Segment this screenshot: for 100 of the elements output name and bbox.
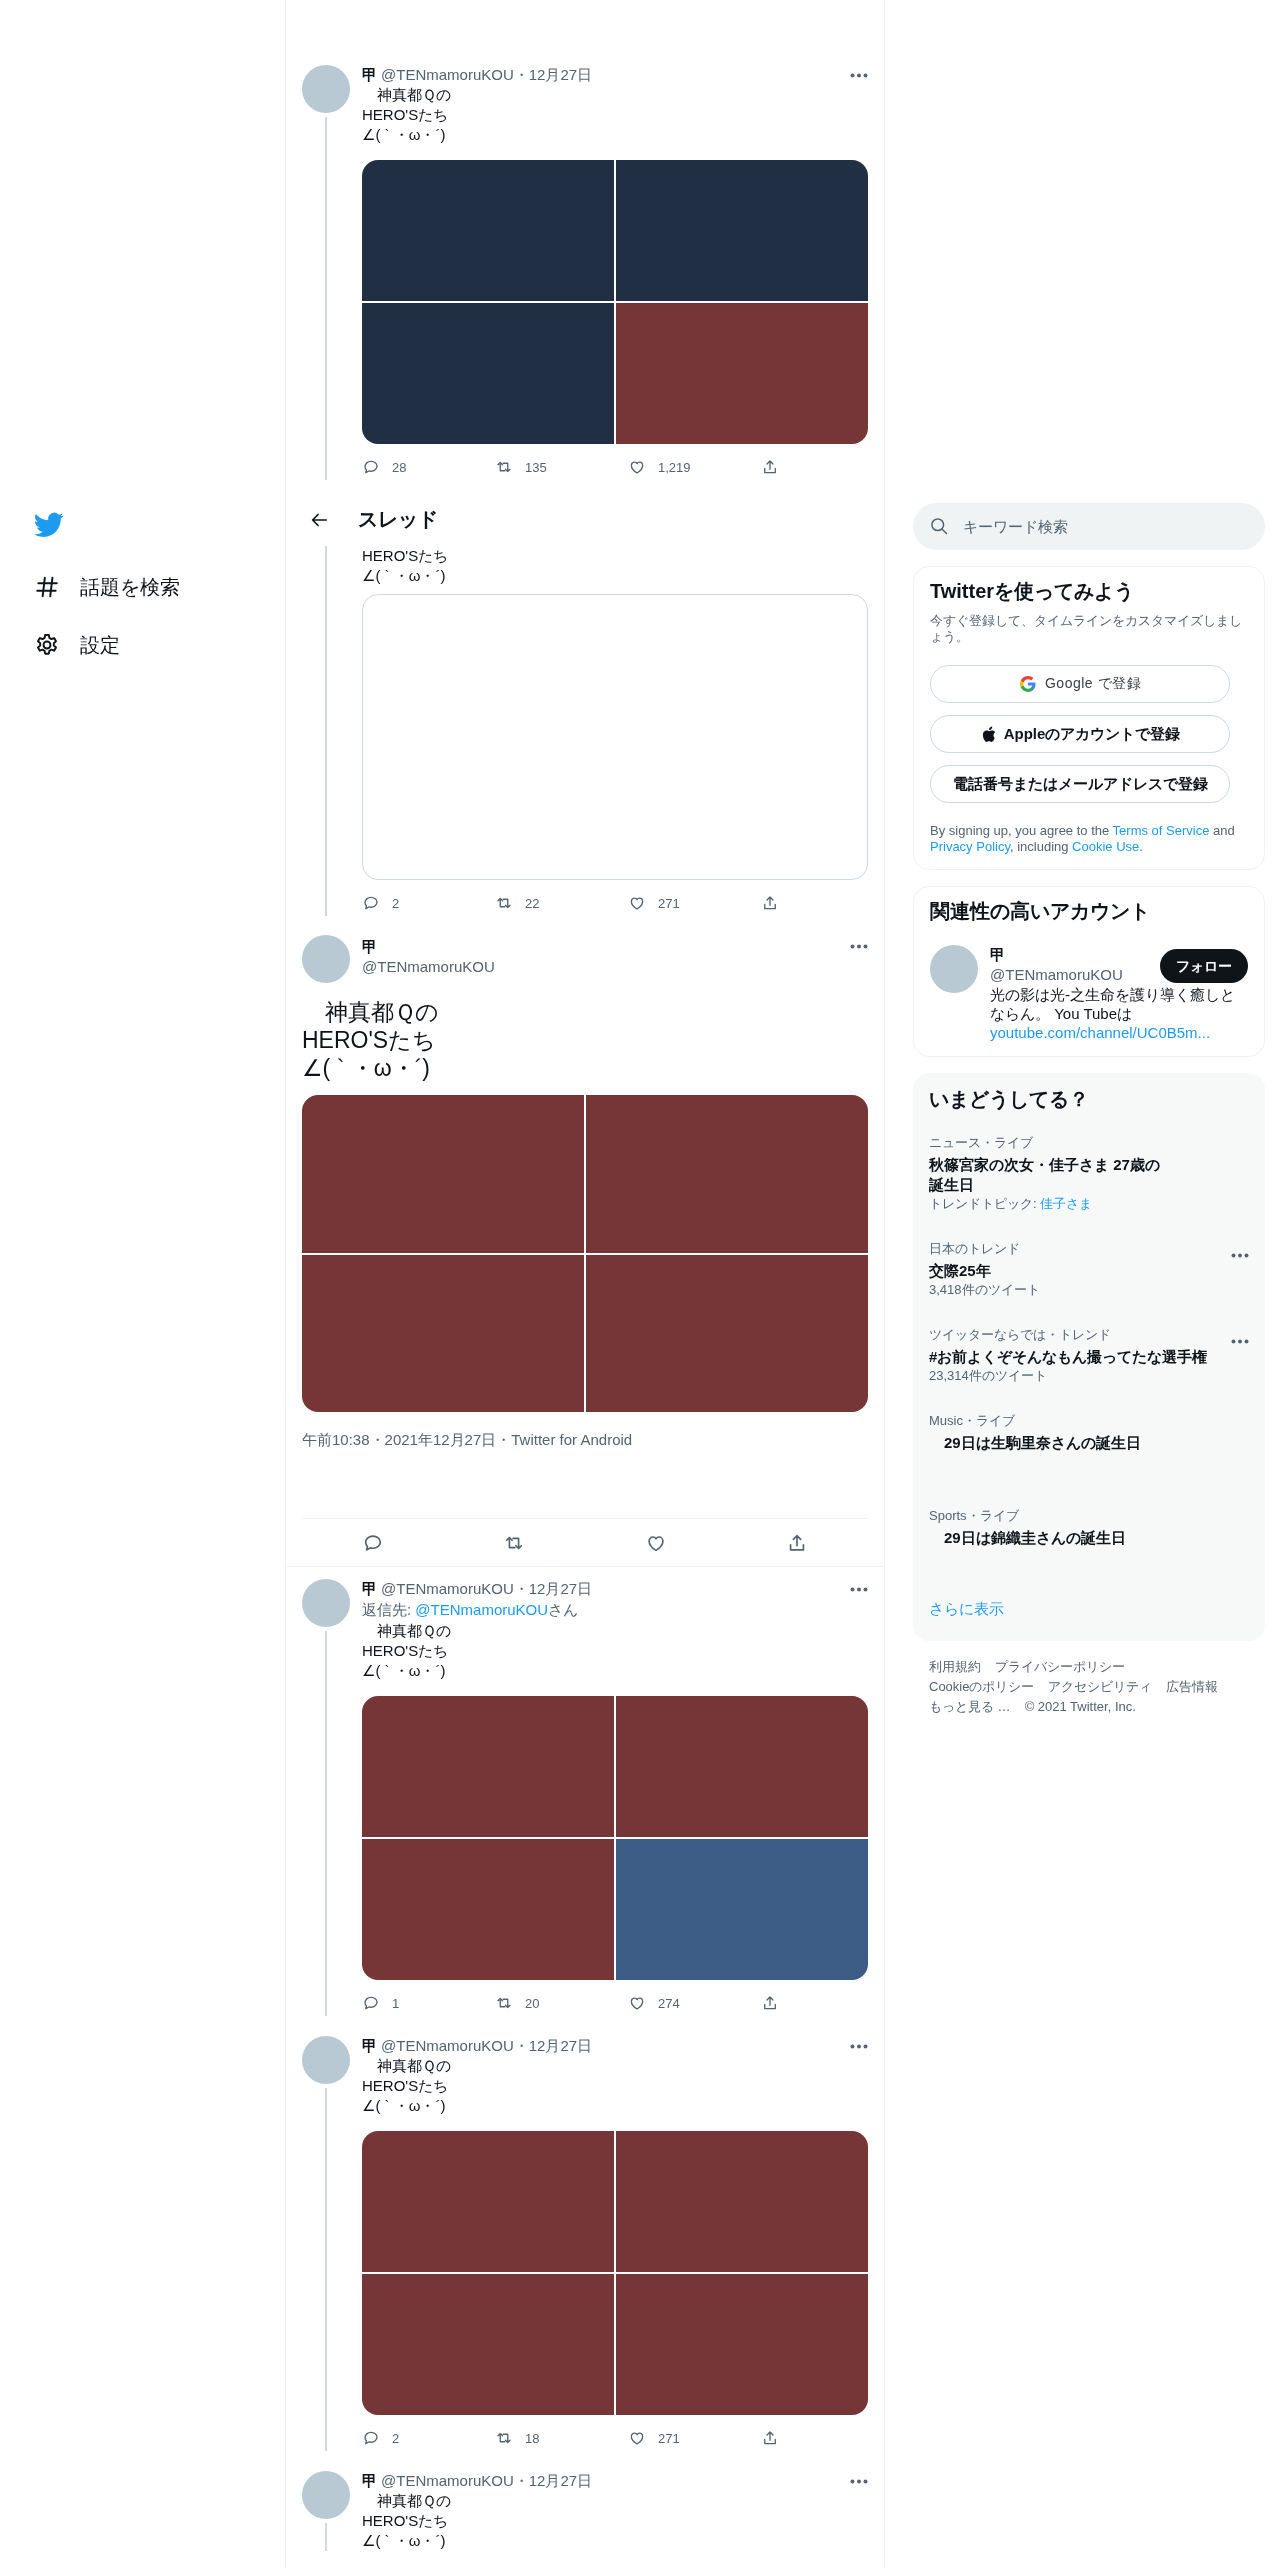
footer-link[interactable]: 広告情報 [1166,1677,1219,1697]
share-icon [761,2429,779,2447]
settings-icon [34,632,60,658]
like-button[interactable]: 1,219 [628,458,761,476]
share-button[interactable] [761,894,779,912]
tweet-meta: @TENmamoruKOU・12月27日 [381,1579,593,1599]
avatar[interactable] [302,2471,350,2519]
footer-link[interactable]: もっと見る … [929,1697,1011,1717]
trend-category: 日本のトレンド [929,1241,1020,1257]
tweet-text: ∠( ` ・ω・´) [362,2096,446,2116]
image-tile[interactable] [586,1095,868,1253]
share-button[interactable] [761,2429,779,2447]
display-name[interactable]: 甲 [362,2471,377,2491]
image-tile[interactable] [616,2131,868,2272]
user-handle[interactable]: @TENmamoruKOU [990,965,1123,985]
share-button[interactable] [761,458,779,476]
card-title: Twitterを使ってみよう [930,579,1136,603]
display-name[interactable]: 甲 [362,65,377,85]
image-tile[interactable] [362,303,614,444]
trend-category: ツイッターならでは・トレンド [929,1327,1111,1343]
nav-item[interactable]: 設定 [34,616,120,674]
tweet-timestamp: 午前10:38・2021年12月27日・Twitter for Android [302,1430,633,1450]
tweet-text: HERO'Sたち [362,2076,449,2096]
like-button[interactable]: 271 [628,2429,761,2447]
image-tile[interactable] [362,2131,614,2272]
image-tile[interactable] [616,1839,868,1980]
more-icon[interactable] [850,1586,868,1592]
reply-button[interactable]: 28 [362,458,495,476]
image-tile[interactable] [362,1839,614,1980]
trend-title[interactable]: #お前よくぞそんなもん撮ってたな選手権 [929,1347,1231,1367]
image-tile[interactable] [302,1254,584,1412]
more-icon[interactable] [850,72,868,78]
image-tile[interactable] [362,1696,614,1837]
page-title: スレッド [358,507,438,532]
avatar[interactable] [302,1579,350,1627]
search-field[interactable]: キーワード検索 [913,503,1265,550]
display-name[interactable]: 甲 [990,945,1005,965]
footer-link[interactable]: 利用規約 [929,1657,981,1677]
share-icon [761,458,779,476]
panel-title: いまどうしてる？ [928,1087,1090,1111]
card-subtitle: 今すぐ登録して、タイムラインをカスタマイズしましょう。 [930,613,1243,645]
avatar[interactable] [302,65,350,113]
footer-link[interactable]: © 2021 Twitter, Inc. [1024,1697,1136,1717]
trend-title[interactable]: 29日は錦織圭さんの誕生日 [929,1528,1249,1548]
avatar[interactable] [302,935,350,983]
trend-title[interactable]: 秋篠宮家の次女・佳子さま 27歳の誕生日 [929,1155,1165,1195]
trend-title[interactable]: 29日は生駒里奈さんの誕生日 [929,1433,1249,1453]
footer-link[interactable]: アクセシビリティ [1048,1677,1153,1697]
display-name[interactable]: 甲 [362,2036,377,2056]
user-bio: 光の影は光-之生命を護り導く癒しとならん。 You Tubeは [990,985,1236,1023]
more-icon[interactable] [1231,1339,1249,1344]
more-icon[interactable] [850,2043,868,2049]
image-tile[interactable] [616,1696,868,1837]
retweet-button[interactable]: 18 [495,2429,628,2447]
media-frame[interactable] [362,594,868,880]
retweet-button[interactable]: 20 [495,1994,628,2012]
hashtag-icon [34,574,60,600]
heart-icon [628,894,646,912]
more-icon[interactable] [850,944,868,949]
reply-button[interactable]: 2 [362,2429,495,2447]
retweet-button[interactable]: 135 [495,458,628,476]
nav-item[interactable]: 話題を検索 [34,558,180,616]
tweet-meta: @TENmamoruKOU・12月27日 [381,2036,593,2056]
user-handle[interactable]: @TENmamoruKOU [362,957,495,977]
image-tile[interactable] [616,303,868,444]
tweet-text: HERO'Sたち [362,546,449,566]
retweet-button[interactable]: 22 [495,894,628,912]
image-tile[interactable] [616,2274,868,2415]
bird-logo[interactable] [34,512,64,538]
footer-link[interactable]: プライバシーポリシー [995,1657,1125,1677]
tweet-text: ∠( ` ・ω・´) [362,2531,446,2551]
trend-category: Music・ライブ [929,1413,1015,1429]
footer-link[interactable]: Cookieのポリシー [929,1677,1035,1697]
follow-button[interactable]: フォロー [1160,949,1248,983]
more-icon[interactable] [1231,1253,1249,1258]
reply-button[interactable]: 2 [362,894,495,912]
tweet-text: ∠( ` ・ω・´) [362,566,446,586]
avatar[interactable] [930,945,978,993]
more-icon[interactable] [850,2478,868,2484]
reply-icon [362,2429,380,2447]
like-button[interactable]: 274 [628,1994,761,2012]
avatar[interactable] [302,2036,350,2084]
like-button[interactable]: 271 [628,894,761,912]
image-tile[interactable] [586,1254,868,1412]
image-tile[interactable] [362,160,614,301]
image-tile[interactable] [302,1095,584,1253]
tweet-text: 神真都Ｑの [376,1621,451,1641]
share-button[interactable] [761,1994,779,2012]
reply-context: 返信先: @TENmamoruKOUさん [362,1600,580,1620]
legal-text: By signing up, you agree to the Terms of Service and Privacy Policy, including Cookie Use. [930,823,1236,855]
display-name[interactable]: 甲 [362,937,377,957]
tweet-text: HERO'Sたち [362,2511,449,2531]
image-tile[interactable] [362,2274,614,2415]
trend-meta: 3,418件のツイート [929,1281,1040,1299]
image-tile[interactable] [616,160,868,301]
tweet-text: 神真都Ｑの [324,998,439,1026]
reply-button[interactable]: 1 [362,1994,495,2012]
display-name[interactable]: 甲 [362,1579,377,1599]
reply-icon [362,1994,380,2012]
trend-title[interactable]: 交際25年 [929,1261,1231,1281]
